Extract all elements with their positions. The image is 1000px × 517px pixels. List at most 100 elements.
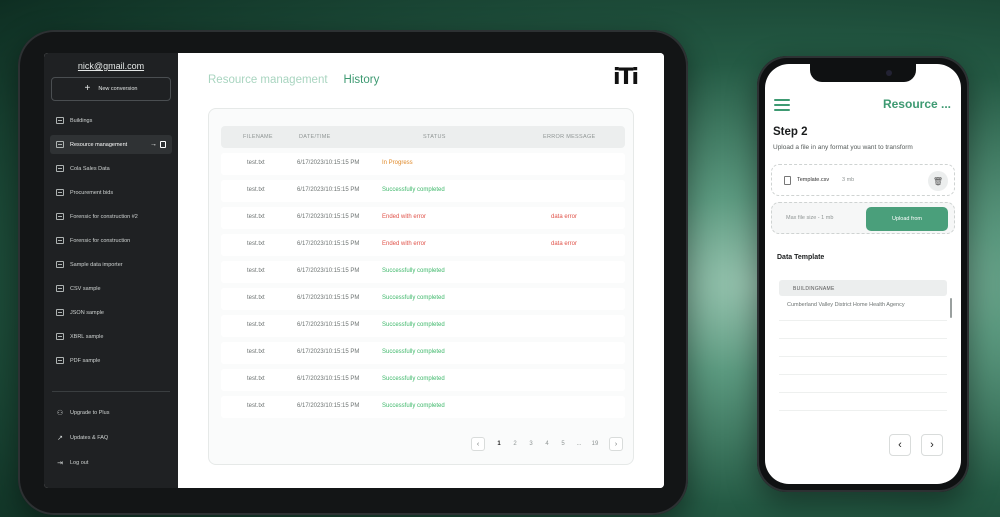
sidebar-item-label: CSV sample: [70, 285, 101, 292]
sidebar-item-csv-sample[interactable]: CSV sample: [50, 279, 172, 298]
table-row: test.txt 6/17/2023/10:15:15 PM Successfull…: [221, 315, 625, 337]
trash-icon: 🗑: [932, 176, 944, 186]
cell-filename: test.txt: [247, 403, 265, 409]
sidebar-item-label: JSON sample: [70, 309, 104, 316]
sidebar-item-xbrl-sample[interactable]: XBRL sample: [50, 327, 172, 346]
cell-filename: test.txt: [247, 349, 265, 355]
item-actions: →: [150, 141, 166, 148]
new-conversion-button[interactable]: + New conversion: [51, 77, 171, 101]
sidebar-item-label: Upgrade to Plus: [70, 409, 110, 416]
file-size: 3 mb: [842, 177, 855, 183]
logo-glyph: iTi: [612, 65, 639, 90]
table-icon: [56, 141, 64, 148]
user-email-link[interactable]: nick@gmail.com: [44, 61, 178, 71]
template-column-header: BUILDINGNAME: [793, 286, 835, 292]
table-icon: [56, 309, 64, 316]
sidebar-item-resource-management[interactable]: Resource management →: [50, 135, 172, 154]
cell-datetime: 6/17/2023/10:15:15 PM: [297, 241, 360, 247]
sidebar-item-pdf-sample[interactable]: PDF sample: [50, 351, 172, 370]
cell-status: In Progress: [382, 160, 413, 166]
sidebar-item-buildings[interactable]: Buildings: [50, 111, 172, 130]
new-conversion-label: New conversion: [98, 86, 138, 92]
sidebar-item-label: Cola Sales Data: [70, 165, 110, 172]
cell-datetime: 6/17/2023/10:15:15 PM: [297, 295, 360, 301]
upload-from-button[interactable]: Upload from: [866, 207, 948, 231]
max-file-size: Max file size - 1 mb: [786, 215, 834, 221]
cell-status: Ended with error: [382, 241, 427, 247]
page-number[interactable]: 2: [507, 441, 523, 447]
data-template-title: Data Template: [777, 254, 825, 261]
sidebar-item-forensic-for-construction-2[interactable]: Forensic for construction #2: [50, 207, 172, 226]
page-number[interactable]: 5: [555, 441, 571, 447]
sidebar-item-label: PDF sample: [70, 357, 101, 364]
table-gridline: [779, 392, 947, 393]
external-link-icon: ↗: [57, 434, 63, 442]
cell-datetime: 6/17/2023/10:15:15 PM: [297, 214, 360, 220]
page-number[interactable]: 4: [539, 441, 555, 447]
tab-history[interactable]: History: [344, 74, 380, 86]
sidebar-item-label: Buildings: [70, 117, 93, 124]
template-scrollbar[interactable]: [950, 298, 952, 318]
cell-filename: test.txt: [247, 160, 265, 166]
cell-filename: test.txt: [247, 241, 265, 247]
step-title: Step 2: [773, 126, 808, 138]
sidebar-item-label: Resource management: [70, 141, 128, 148]
column-header-filename: FILENAME: [243, 134, 273, 140]
page-number[interactable]: 19: [587, 441, 603, 447]
next-step-button[interactable]: ›: [921, 434, 943, 456]
sidebar-item-label: Sample data importer: [70, 261, 123, 268]
plus-icon: +: [84, 83, 91, 94]
sidebar-item-procurement-bids[interactable]: Procurement bids: [50, 183, 172, 202]
phone-page-title: Resource ...: [882, 97, 951, 111]
sidebar-item-forensic-for-construction[interactable]: Forensic for construction: [50, 231, 172, 250]
camera-icon: [886, 70, 892, 76]
sidebar-item-updates-faq[interactable]: ↗ Updates & FAQ: [50, 428, 172, 447]
uploaded-file-card: Template.csv 3 mb 🗑: [771, 164, 955, 196]
table-icon: [56, 357, 64, 364]
cell-status: Successfully completed: [382, 187, 445, 193]
logout-icon: ⇥: [57, 459, 63, 467]
sidebar: nick@gmail.com + New conversion Building…: [44, 53, 178, 488]
next-page-button[interactable]: ›: [609, 437, 623, 451]
phone-frame: Resource ... Step 2 Upload a file in any…: [757, 56, 969, 492]
database-icon[interactable]: [160, 141, 166, 148]
tab-resource-management[interactable]: Resource management: [208, 74, 328, 86]
file-icon: [784, 176, 791, 185]
cell-status: Successfully completed: [382, 349, 445, 355]
prev-page-button[interactable]: ‹: [471, 437, 485, 451]
page-number[interactable]: 3: [523, 441, 539, 447]
table-gridline: [779, 374, 947, 375]
sidebar-item-sample-data-importer[interactable]: Sample data importer: [50, 255, 172, 274]
cell-filename: test.txt: [247, 187, 265, 193]
arrow-right-icon[interactable]: →: [150, 141, 157, 148]
cell-filename: test.txt: [247, 295, 265, 301]
sidebar-item-label: Procurement bids: [70, 189, 114, 196]
delete-file-button[interactable]: 🗑: [928, 171, 948, 191]
table-gridline: [779, 356, 947, 357]
cell-datetime: 6/17/2023/10:15:15 PM: [297, 160, 360, 166]
upload-dropzone[interactable]: Max file size - 1 mb Upload from: [771, 202, 955, 234]
column-header-error: ERROR MESSAGE: [543, 134, 596, 140]
table-icon: [56, 189, 64, 196]
phone-screen: Resource ... Step 2 Upload a file in any…: [765, 64, 961, 484]
table-icon: [56, 333, 64, 340]
page-number[interactable]: 1: [491, 441, 507, 447]
table-icon: [56, 213, 64, 220]
sidebar-divider: [52, 391, 170, 392]
table-gridline: [779, 320, 947, 321]
sidebar-bottom-nav: ⚇ Upgrade to Plus ↗ Updates & FAQ ⇥ Log out: [44, 403, 178, 478]
table-row: test.txt 6/17/2023/10:15:15 PM Successfull…: [221, 180, 625, 202]
prev-step-button[interactable]: ‹: [889, 434, 911, 456]
sidebar-item-log-out[interactable]: ⇥ Log out: [50, 453, 172, 472]
menu-icon[interactable]: [774, 99, 790, 114]
table-row: test.txt 6/17/2023/10:15:15 PM Ended with …: [221, 207, 625, 229]
main-content: Resource management History iTi FILENAME …: [178, 53, 664, 488]
cell-filename: test.txt: [247, 214, 265, 220]
sidebar-item-upgrade-to-plus[interactable]: ⚇ Upgrade to Plus: [50, 403, 172, 422]
sidebar-item-json-sample[interactable]: JSON sample: [50, 303, 172, 322]
sidebar-item-cola-sales-data[interactable]: Cola Sales Data: [50, 159, 172, 178]
table-row: test.txt 6/17/2023/10:15:15 PM Successfull…: [221, 261, 625, 283]
cell-datetime: 6/17/2023/10:15:15 PM: [297, 187, 360, 193]
cell-status: Successfully completed: [382, 403, 445, 409]
template-table-cell: Cumberland Valley District Home Health A…: [787, 302, 905, 308]
